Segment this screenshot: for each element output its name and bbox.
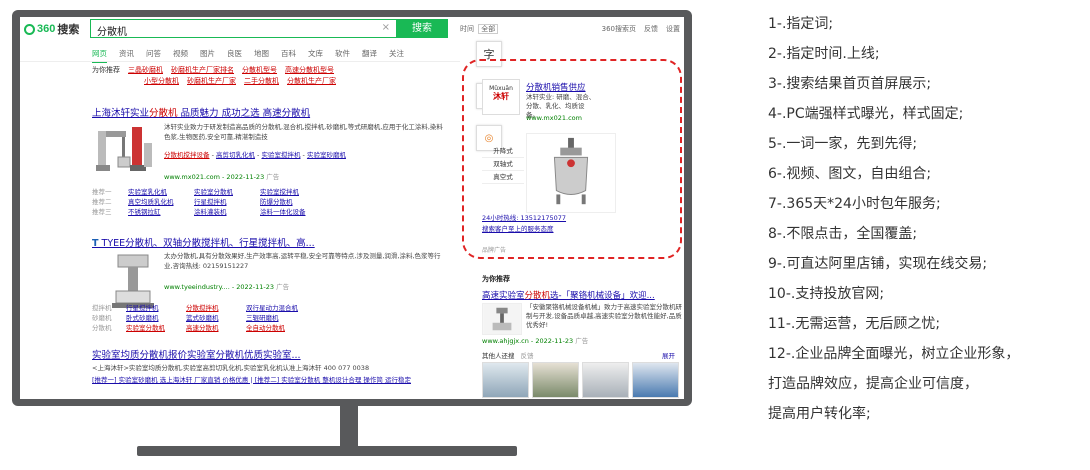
brand-ad-contact: 24小时热线: 13512175077 搜索客户至上的服务态度 — [482, 214, 567, 233]
brand-ad-tag: 品牌广告 — [482, 247, 507, 254]
brand-logo[interactable]: Mǔxuān 沐轩 — [482, 79, 520, 115]
search-input[interactable]: 分散机 × — [90, 19, 396, 38]
recommend-link[interactable]: 分散机型号 — [242, 65, 277, 75]
category-item[interactable]: 真空式 — [482, 171, 524, 184]
result1-sitelinks: 分散机搅拌设备 - 高剪切乳化机 - 实验室搅拌机 - 实验室砂磨机 — [164, 151, 346, 159]
clear-icon[interactable]: × — [382, 22, 390, 33]
tab-divider — [20, 61, 460, 62]
recommend-link[interactable]: 砂磨机生产厂家排名 — [171, 65, 234, 75]
monitor-stand-base — [137, 446, 517, 456]
result1-title[interactable]: 上海沐轩实业分散机 品质魅力 成功之选 高速分散机 — [92, 105, 310, 119]
logo-ring-icon — [24, 23, 35, 35]
result2-title[interactable]: T TYEE分散机、双轴分散搅拌机、行星搅拌机、高... — [92, 235, 315, 249]
feature-item: 6-.视频、图文，自由组合; — [768, 166, 932, 182]
tyee-logo-icon: T — [92, 238, 99, 249]
feature-list: 1-.指定词; 2-.指定时间.上线; 3-.搜索结果首页首屏展示; 4-.PC… — [768, 9, 1019, 429]
search-button[interactable]: 搜索 — [396, 19, 448, 38]
thumbnail[interactable] — [582, 362, 629, 398]
expand-button[interactable]: 展开 — [662, 350, 675, 360]
result1-product-image[interactable] — [92, 121, 156, 179]
recommend-link[interactable]: 分散机生产厂家 — [287, 76, 336, 86]
feature-item: 11-.无需运营，无后顾之忧; — [768, 316, 941, 332]
feature-item: 2-.指定时间.上线; — [768, 46, 880, 62]
right-recommend-label: 为你推荐 — [482, 275, 510, 283]
feature-item: 9-.可直达阿里店铺，实现在线交易; — [768, 256, 988, 272]
recommend-row: 为你推荐 三晶砂磨机 砂磨机生产厂家排名 分散机型号 高速分散机型号 小型分散机… — [92, 65, 336, 86]
feature-item: 1-.指定词; — [768, 16, 834, 32]
feature-item: 4-.PC端强样式曝光，样式固定; — [768, 106, 964, 122]
right-recommend-title[interactable]: 高速实验室分散机选-「聚铬机械设备」欢迎... — [482, 289, 655, 301]
time-filter[interactable]: 时间 全部 — [460, 24, 500, 34]
header-link-feedback[interactable]: 反馈 — [644, 24, 658, 34]
brand-ad-url[interactable]: www.mx021.com — [526, 114, 582, 122]
header-links: 360搜索页 反馈 设置 — [602, 24, 680, 34]
feature-item: 12-.企业品牌全面曝光，树立企业形象， — [768, 346, 1020, 362]
others-searched: 其他人还搜 反馈 — [482, 352, 534, 360]
recommend-link[interactable]: 二手分散机 — [244, 76, 279, 86]
time-label: 时间 — [460, 25, 474, 33]
feature-item: 3-.搜索结果首页首屏展示; — [768, 76, 932, 92]
recommend-link[interactable]: 高速分散机型号 — [285, 65, 334, 75]
others-thumbnails — [482, 362, 679, 398]
feature-item: 10-.支持投放官网; — [768, 286, 885, 302]
time-dropdown[interactable]: 全部 — [478, 24, 499, 34]
brand-ad-categories: 升降式 双轴式 真空式 — [482, 145, 524, 184]
result2-subtable: 搅拌机 行星搅拌机 分散搅拌机 双行星动力混合机 砂磨机 卧式砂磨机 篮式砂磨机 三辊研磨机… — [92, 304, 298, 332]
category-item[interactable]: 升降式 — [482, 145, 524, 158]
monitor-frame: 360 搜索 分散机 × 搜索 时间 全部 360搜索页 反馈 设置 网页 资讯… — [12, 10, 692, 406]
result1-subtable: 推荐一 实验室乳化机 实验室分散机 实验室搅拌机 推荐二 真空均质乳化机 行星搅拌机 防爆分… — [92, 188, 306, 216]
category-item[interactable]: 双轴式 — [482, 158, 524, 171]
result1-url: www.mx021.com - 2022-11-23 广告 — [164, 173, 280, 181]
result3-title[interactable]: 实验室均质分散机报价实验室分散机优质实验室... — [92, 347, 301, 361]
thumbnail[interactable] — [632, 362, 679, 398]
result2-url: www.tyeeindustry.... - 2022-11-23 广告 — [164, 283, 290, 291]
monitor-stand-neck — [340, 406, 358, 450]
feature-item: 提高用户转化率; — [768, 406, 871, 422]
recommend-link[interactable]: 小型分散机 — [144, 76, 179, 86]
right-recommend-description: 「安徽聚铬机械设备机械」致力于高速实验室分散机研制与开发,设备品质卓越,高速实验… — [526, 303, 682, 329]
360-logo[interactable]: 360 搜索 — [24, 22, 79, 36]
brand-ad-product-image[interactable] — [526, 133, 616, 213]
feature-item: 打造品牌效应，提高企业可信度， — [768, 376, 978, 392]
right-recommend-image[interactable] — [482, 303, 522, 335]
header-link-settings[interactable]: 设置 — [666, 24, 680, 34]
recommend-label: 为你推荐 — [92, 66, 120, 74]
result2-product-image[interactable] — [104, 251, 160, 311]
thumbnail[interactable] — [532, 362, 579, 398]
right-recommend-url: www.ahjgjx.cn - 2022-11-23 广告 — [482, 337, 589, 345]
feedback-link[interactable]: 反馈 — [521, 352, 534, 360]
feature-item: 8-.不限点击，全国覆盖; — [768, 226, 918, 242]
recommend-link[interactable]: 三晶砂磨机 — [128, 65, 163, 75]
browser-screen: 360 搜索 分散机 × 搜索 时间 全部 360搜索页 反馈 设置 网页 资讯… — [20, 17, 684, 399]
feature-item: 5-.一词一家，先到先得; — [768, 136, 918, 152]
recommend-link[interactable]: 砂磨机生产厂家 — [187, 76, 236, 86]
result2-description: 太办分散机,具有分散效果好,生产效率高,运转平稳,安全可靠等特点,涉及测量,润滑… — [164, 252, 441, 270]
brand-ad-title[interactable]: 分散机销售供应 — [526, 81, 586, 93]
search-header: 360 搜索 分散机 × 搜索 时间 全部 360搜索页 反馈 设置 — [20, 17, 684, 41]
result1-description: 沐轩实业致力于研发制造高品质的分散机,混合机,搅拌机,砂磨机,等式研磨机,应用于… — [164, 123, 443, 141]
search-query: 分散机 — [97, 27, 127, 38]
result3-sitelinks[interactable]: [推荐一] 实验室砂磨机 选上海沐轩 厂家直销 价格优惠 | [推荐二] 实验室… — [92, 375, 432, 385]
result3-description: <上海沐轩>实验室均质分散机,实验室高剪切乳化机,实验室乳化机认准上海沐轩 40… — [92, 364, 370, 372]
thumbnail[interactable] — [482, 362, 529, 398]
feature-item: 7-.365天*24小时包年服务; — [768, 196, 941, 212]
header-link-home[interactable]: 360搜索页 — [602, 24, 636, 34]
